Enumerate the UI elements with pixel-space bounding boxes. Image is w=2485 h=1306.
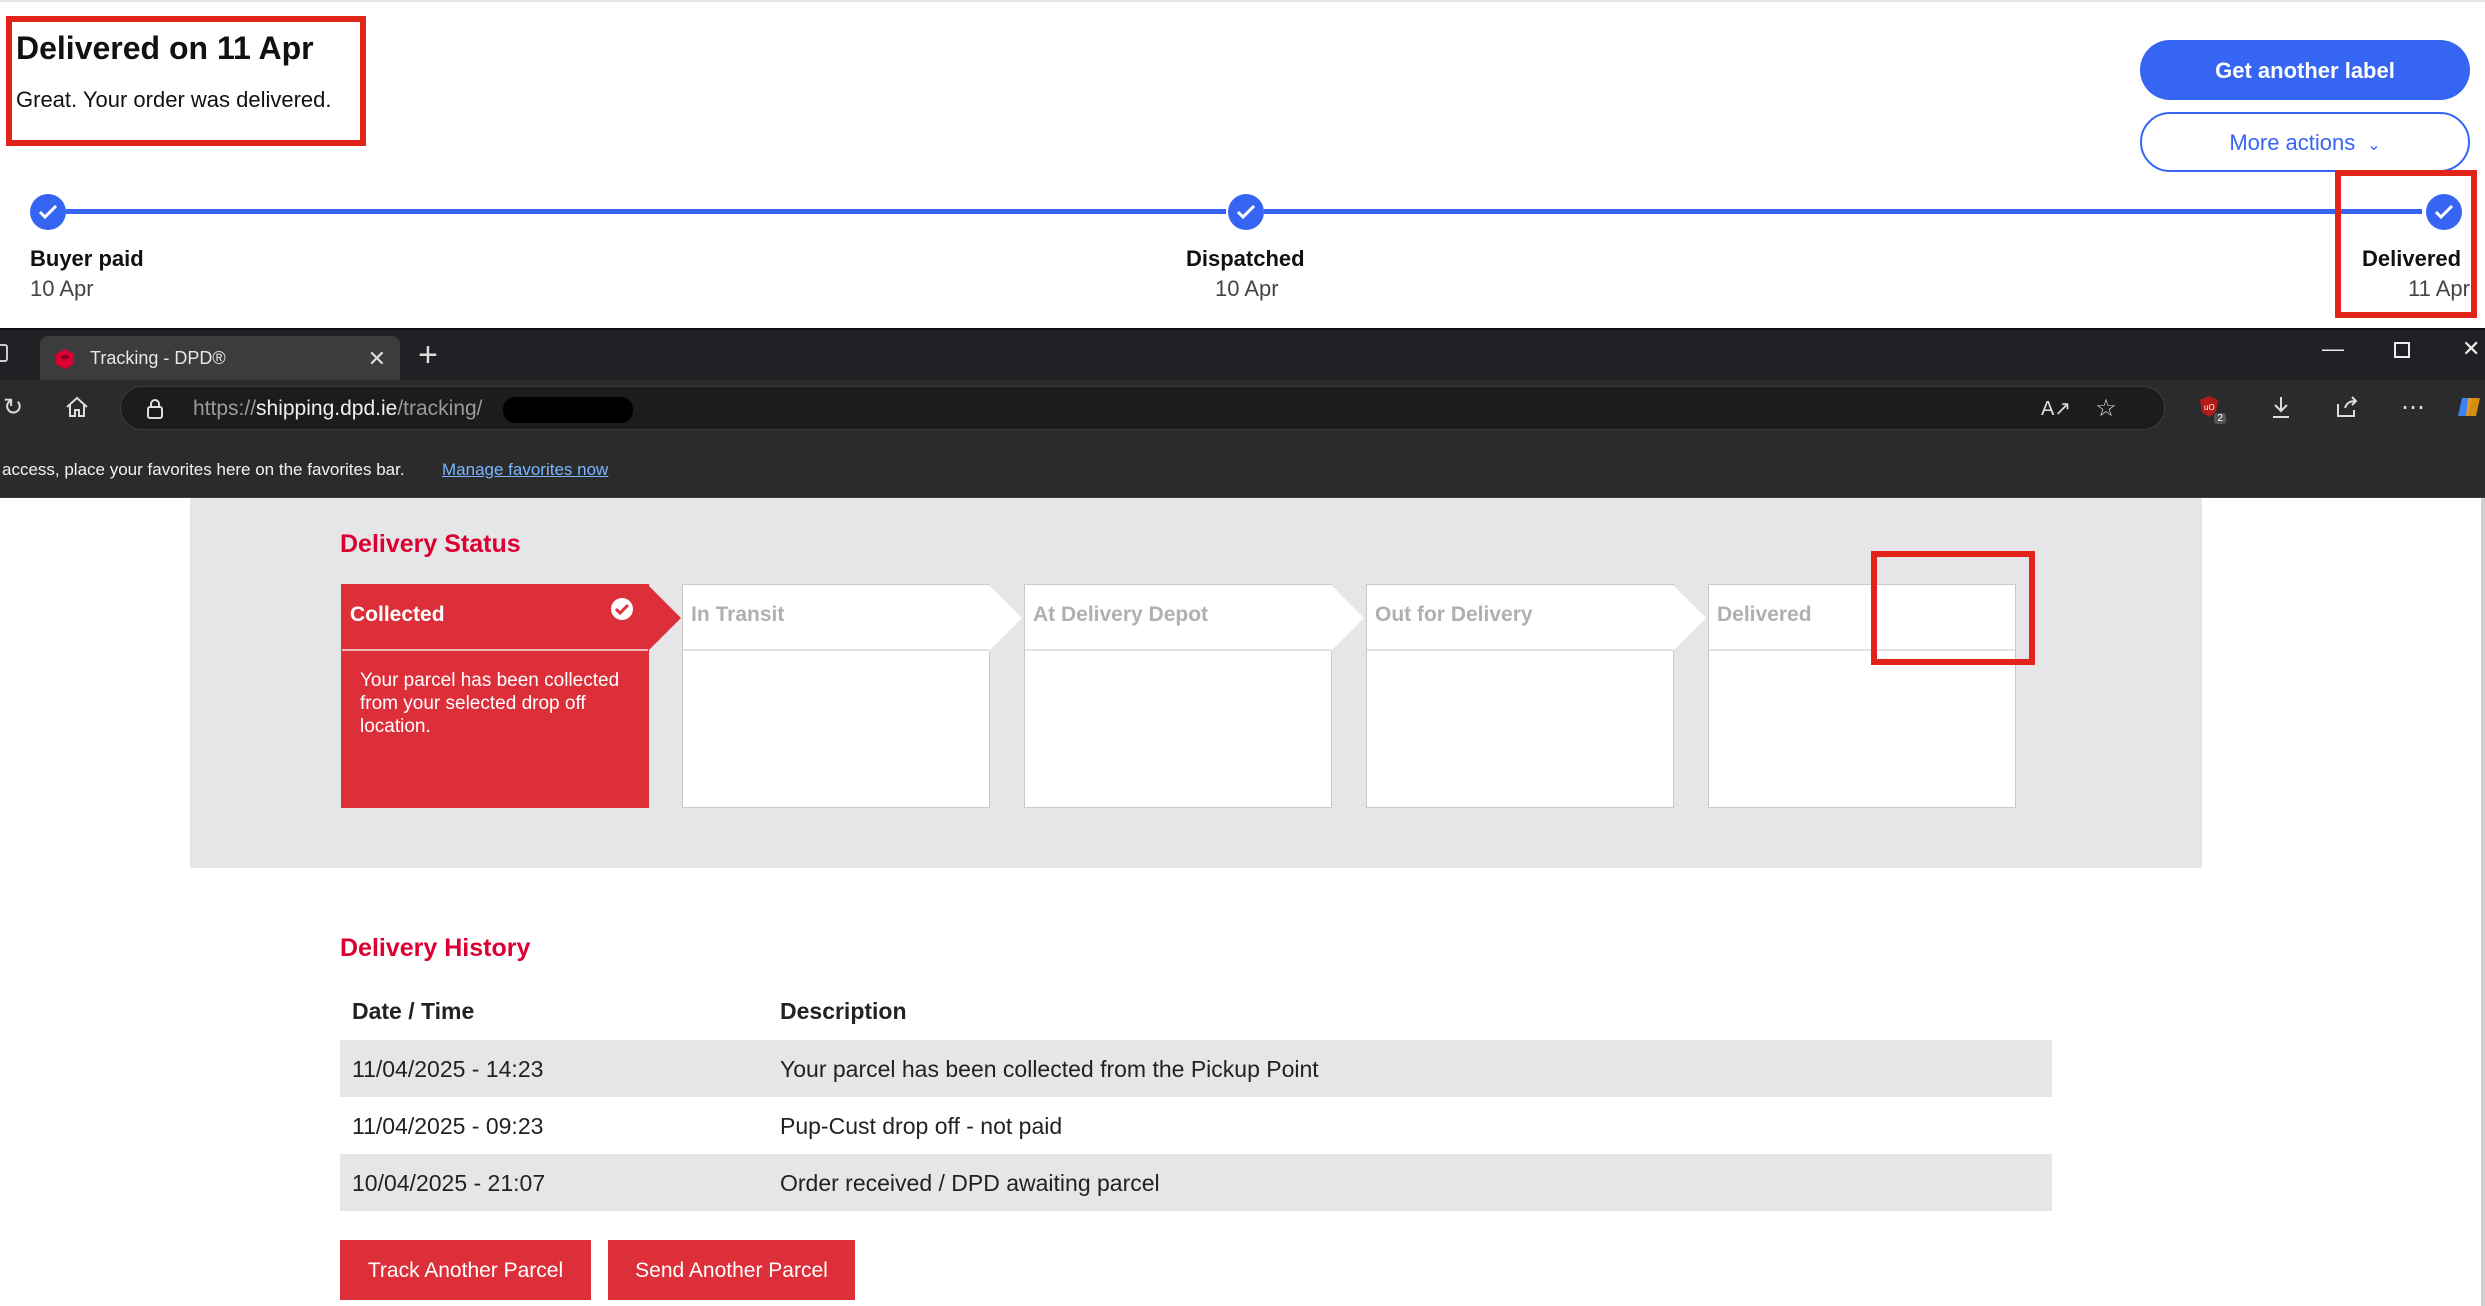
stage-arrow bbox=[1331, 585, 1364, 651]
step-date-dispatched: 10 Apr bbox=[1215, 276, 1279, 301]
stage-card-in-transit: In Transit bbox=[682, 584, 1022, 808]
download-icon[interactable] bbox=[2264, 390, 2298, 424]
row-description: Your parcel has been collected from the … bbox=[780, 1056, 1319, 1082]
stage-arrow bbox=[648, 585, 681, 651]
stage-card-out-for-delivery: Out for Delivery bbox=[1366, 584, 1706, 808]
browser-tab[interactable]: Tracking - DPD® ✕ bbox=[40, 336, 400, 382]
stage-card-header: Collected bbox=[342, 585, 648, 651]
stage-arrow bbox=[1673, 585, 1706, 651]
favorites-hint: access, place your favorites here on the… bbox=[2, 460, 405, 479]
lock-icon bbox=[147, 399, 163, 419]
stage-card-header: At Delivery Depot bbox=[1025, 585, 1331, 651]
url-host: shipping.dpd.ie bbox=[256, 397, 398, 420]
step-label-dispatched: Dispatched bbox=[1186, 246, 1305, 271]
row-date: 11/04/2025 - 14:23 bbox=[352, 1056, 544, 1082]
browser-tab-bar: Tracking - DPD® ✕ + — ✕ bbox=[0, 328, 2485, 382]
close-tab-icon[interactable]: ✕ bbox=[368, 346, 386, 372]
more-actions-button[interactable]: More actions ⌄ bbox=[2140, 112, 2470, 172]
delivery-subline: Great. Your order was delivered. bbox=[16, 87, 332, 112]
workspaces-icon[interactable] bbox=[0, 344, 8, 362]
chevron-down-icon: ⌄ bbox=[2367, 137, 2381, 154]
share-icon[interactable] bbox=[2330, 390, 2364, 424]
table-row: 11/04/2025 - 14:23 Your parcel has been … bbox=[340, 1040, 2052, 1097]
stage-card-collected: Collected Your parcel has been collected… bbox=[341, 584, 681, 808]
more-actions-label: More actions bbox=[2229, 130, 2356, 155]
highlight-box-delivered-step bbox=[2335, 170, 2477, 318]
stage-card-header: In Transit bbox=[683, 585, 989, 651]
row-description: Order received / DPD awaiting parcel bbox=[780, 1170, 1160, 1196]
delivery-status-section: Delivery Status Collected Your parcel ha… bbox=[190, 498, 2202, 868]
tab-title: Tracking - DPD® bbox=[90, 348, 226, 368]
favorites-bar: access, place your favorites here on the… bbox=[0, 436, 2485, 498]
stage-card-at-delivery-depot: At Delivery Depot bbox=[1024, 584, 1364, 808]
manage-favorites-link[interactable]: Manage favorites now bbox=[442, 460, 608, 480]
column-header-description: Description bbox=[780, 998, 907, 1024]
stage-card-header: Out for Delivery bbox=[1367, 585, 1673, 651]
table-row: 10/04/2025 - 21:07 Order received / DPD … bbox=[340, 1154, 2052, 1211]
browser-address-bar: ↻ https://shipping.dpd.ie/tracking/ A↗ ☆… bbox=[0, 380, 2485, 436]
progress-line-1 bbox=[66, 209, 1226, 214]
step-check-icon bbox=[30, 194, 66, 230]
read-aloud-icon[interactable]: A↗ bbox=[2039, 391, 2073, 425]
track-another-parcel-button[interactable]: Track Another Parcel bbox=[340, 1240, 591, 1300]
step-check-icon bbox=[1228, 194, 1264, 230]
stage-title: At Delivery Depot bbox=[1033, 603, 1209, 626]
refresh-icon[interactable]: ↻ bbox=[0, 390, 30, 424]
maximize-icon[interactable] bbox=[2394, 338, 2410, 364]
extension-icon[interactable]: uO 2 bbox=[2192, 390, 2226, 424]
svg-text:uO: uO bbox=[2204, 403, 2215, 412]
home-icon[interactable] bbox=[60, 390, 94, 424]
step-label-buyer-paid: Buyer paid bbox=[30, 246, 144, 271]
delivery-history-title: Delivery History bbox=[340, 934, 531, 962]
progress-line-2 bbox=[1264, 209, 2422, 214]
url-input[interactable]: https://shipping.dpd.ie/tracking/ A↗ ☆ bbox=[120, 386, 2165, 430]
minimize-icon[interactable]: — bbox=[2322, 336, 2344, 362]
close-window-icon[interactable]: ✕ bbox=[2462, 336, 2480, 362]
url-text: https://shipping.dpd.ie/tracking/ bbox=[193, 397, 483, 421]
stage-arrow bbox=[989, 585, 1022, 651]
stage-title: Out for Delivery bbox=[1375, 603, 1533, 626]
check-circle-icon bbox=[611, 598, 633, 620]
get-another-label-button[interactable]: Get another label bbox=[2140, 40, 2470, 100]
table-row: 11/04/2025 - 09:23 Pup-Cust drop off - n… bbox=[340, 1097, 2052, 1154]
delivery-headline: Delivered on 11 Apr bbox=[16, 30, 314, 66]
delivery-status-title: Delivery Status bbox=[340, 530, 521, 558]
stage-title: In Transit bbox=[691, 603, 785, 626]
highlight-box-delivered-stage bbox=[1871, 551, 2035, 665]
order-status-panel: Delivered on 11 Apr Great. Your order wa… bbox=[0, 0, 2485, 325]
dpd-tracking-page: Delivery Status Collected Your parcel ha… bbox=[0, 498, 2485, 1306]
send-another-parcel-button[interactable]: Send Another Parcel bbox=[608, 1240, 855, 1300]
new-tab-icon[interactable]: + bbox=[418, 338, 438, 372]
row-description: Pup-Cust drop off - not paid bbox=[780, 1113, 1063, 1139]
stage-title: Collected bbox=[350, 603, 445, 626]
copilot-icon[interactable] bbox=[2452, 390, 2485, 424]
favorite-star-icon[interactable]: ☆ bbox=[2089, 391, 2123, 425]
step-date-buyer-paid: 10 Apr bbox=[30, 276, 94, 301]
redacted-tracking-number bbox=[503, 397, 633, 423]
stage-description: Your parcel has been collected from your… bbox=[360, 670, 620, 737]
page-scrollbar[interactable] bbox=[2481, 498, 2485, 1306]
dpd-favicon-icon bbox=[56, 349, 74, 369]
more-icon[interactable]: ⋯ bbox=[2396, 390, 2430, 424]
stage-title: Delivered bbox=[1717, 603, 1812, 626]
row-date: 11/04/2025 - 09:23 bbox=[352, 1113, 544, 1139]
row-date: 10/04/2025 - 21:07 bbox=[352, 1170, 546, 1196]
extension-badge: 2 bbox=[2214, 413, 2226, 424]
url-path: /tracking/ bbox=[397, 397, 483, 420]
url-prefix: https:// bbox=[193, 397, 257, 420]
column-header-date: Date / Time bbox=[352, 998, 475, 1024]
